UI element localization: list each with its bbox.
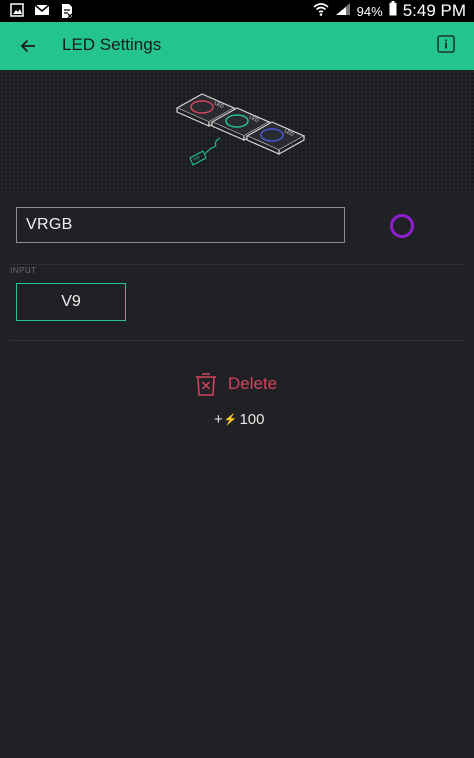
clock: 5:49 PM [402, 1, 466, 20]
arrow-back-icon [20, 39, 35, 53]
pin-tag: PIN [189, 137, 221, 166]
energy-prefix: + [214, 411, 223, 428]
delete-label: Delete [228, 374, 278, 393]
trash-icon [196, 373, 216, 396]
status-bar: 94% 5:49 PM [0, 0, 474, 22]
document-notification-icon [60, 3, 74, 24]
divider [10, 264, 464, 265]
page-title: LED Settings [62, 35, 162, 54]
lightning-icon: ⚡ [223, 414, 238, 426]
mail-notification-icon [34, 3, 50, 24]
signal-icon [335, 2, 351, 21]
widget-illustration: LED LED LED PIN [0, 70, 474, 190]
info-icon [437, 35, 455, 53]
info-button[interactable] [436, 34, 456, 54]
app-bar: LED Settings [0, 22, 474, 70]
input-section-label: INPUT [10, 266, 37, 275]
delete-button[interactable]: Delete [195, 371, 277, 397]
energy-value: 100 [239, 411, 265, 428]
wifi-icon [313, 2, 329, 21]
widget-name-field[interactable]: VRGB [16, 207, 345, 243]
back-button[interactable] [14, 32, 42, 60]
energy-cost: + ⚡ 100 [214, 411, 265, 428]
pin-select-button[interactable]: V9 [16, 283, 126, 321]
battery-icon [389, 1, 397, 21]
image-notification-icon [10, 3, 24, 24]
battery-percent: 94% [356, 3, 383, 19]
divider [10, 340, 464, 341]
led-widget-illustration: LED LED LED PIN [175, 93, 306, 166]
color-picker-button[interactable] [390, 214, 414, 238]
